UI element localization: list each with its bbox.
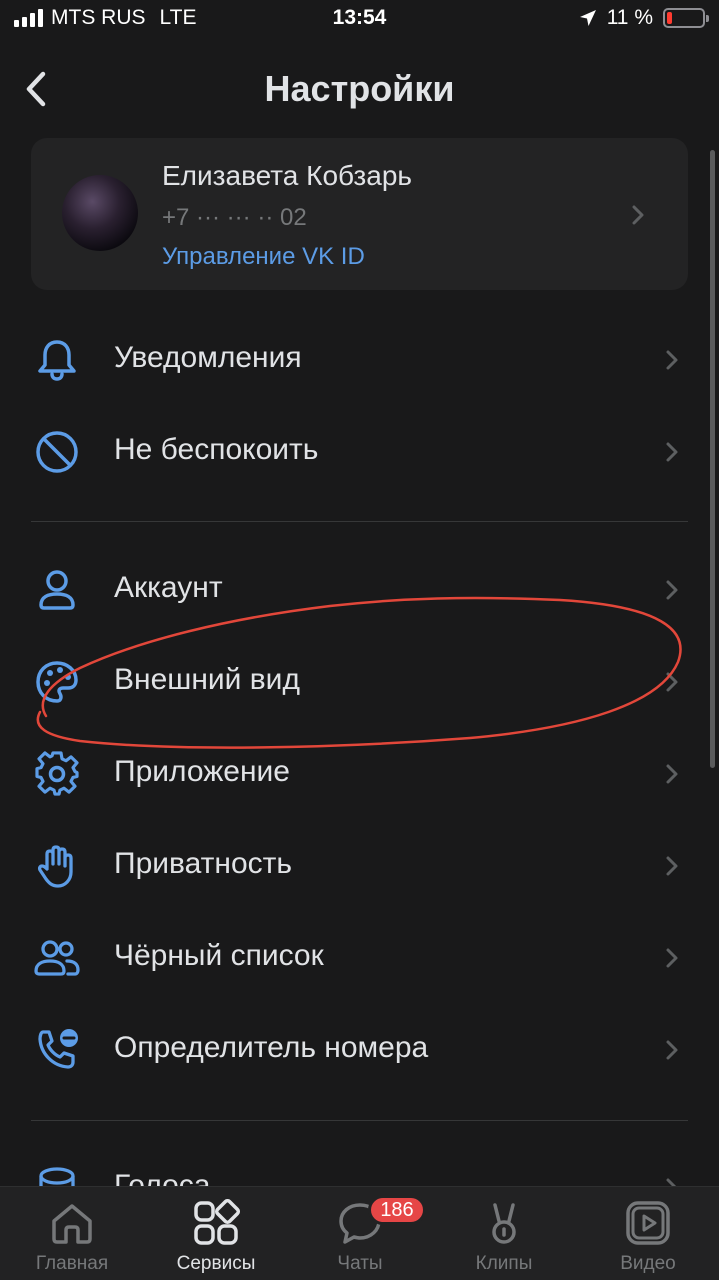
chevron-right-icon	[666, 948, 678, 968]
tab-services[interactable]: Сервисы	[144, 1187, 288, 1280]
caller-id-icon	[38, 1029, 78, 1069]
services-icon	[194, 1199, 240, 1245]
settings-item-label: Приложение	[114, 755, 290, 788]
profile-name: Елизавета Кобзарь	[162, 160, 413, 191]
chevron-right-icon	[666, 350, 678, 370]
settings-item-label: Определитель номера	[114, 1031, 429, 1064]
home-icon	[52, 1204, 92, 1244]
settings-item-notifications[interactable]: Уведомления	[0, 314, 719, 406]
chevron-right-icon	[666, 580, 678, 600]
settings-item-label: Уведомления	[114, 341, 302, 374]
tab-home[interactable]: Главная	[0, 1187, 144, 1280]
gear-icon	[35, 751, 79, 796]
battery-icon	[663, 8, 709, 28]
settings-item-label: Не беспокоить	[114, 433, 319, 466]
chevron-right-icon	[666, 442, 678, 462]
section-divider	[31, 1120, 688, 1121]
chevron-right-icon	[666, 764, 678, 784]
avatar	[62, 175, 138, 251]
user-icon	[39, 570, 75, 610]
profile-phone: +7 ··· ··· ·· 02	[162, 204, 307, 231]
chevron-right-icon	[666, 856, 678, 876]
battery-percent: 11 %	[606, 6, 653, 29]
bell-icon	[38, 340, 76, 381]
settings-item-label: Аккаунт	[114, 571, 223, 604]
tab-label: Чаты	[337, 1253, 383, 1274]
status-bar: MTS RUS LTE 13:54 11 %	[0, 0, 719, 40]
settings-item-blacklist[interactable]: Чёрный список	[0, 912, 719, 1004]
page-title: Настройки	[264, 68, 455, 109]
unread-badge: 186	[368, 1195, 426, 1225]
tab-bar: Главная Сервисы 186 Чаты Клипы Видео	[0, 1186, 719, 1280]
settings-item-application[interactable]: Приложение	[0, 728, 719, 820]
location-arrow-icon	[579, 10, 596, 26]
tab-label: Сервисы	[176, 1253, 256, 1274]
tab-chats[interactable]: 186 Чаты	[288, 1187, 432, 1280]
clips-icon	[492, 1203, 516, 1244]
chevron-right-icon	[666, 672, 678, 692]
do-not-disturb-icon	[36, 431, 78, 473]
profile-card[interactable]: Елизавета Кобзарь +7 ··· ··· ·· 02 Управ…	[31, 138, 688, 290]
section-divider	[31, 521, 688, 522]
tab-clips[interactable]: Клипы	[432, 1187, 576, 1280]
chevron-right-icon	[666, 1040, 678, 1060]
settings-item-label: Внешний вид	[114, 663, 300, 696]
tab-label: Клипы	[475, 1253, 533, 1274]
settings-item-caller-id[interactable]: Определитель номера	[0, 1004, 719, 1096]
users-icon	[34, 940, 80, 976]
settings-item-label: Чёрный список	[114, 939, 324, 972]
tab-video[interactable]: Видео	[576, 1187, 719, 1280]
settings-item-do-not-disturb[interactable]: Не беспокоить	[0, 406, 719, 498]
settings-item-account[interactable]: Аккаунт	[0, 544, 719, 636]
chevron-right-icon	[632, 205, 644, 225]
palette-icon	[36, 661, 78, 703]
scrollbar[interactable]	[710, 150, 715, 768]
tab-label: Главная	[35, 1253, 109, 1274]
settings-item-label: Приватность	[114, 847, 292, 880]
settings-item-appearance[interactable]: Внешний вид	[0, 636, 719, 728]
status-right: 11 %	[579, 6, 709, 30]
hand-icon	[37, 845, 73, 888]
tab-label: Видео	[620, 1253, 676, 1274]
navigation-bar: Настройки	[0, 56, 719, 122]
manage-vk-id-link[interactable]: Управление VK ID	[162, 243, 365, 271]
settings-item-privacy[interactable]: Приватность	[0, 820, 719, 912]
video-icon	[626, 1201, 670, 1245]
